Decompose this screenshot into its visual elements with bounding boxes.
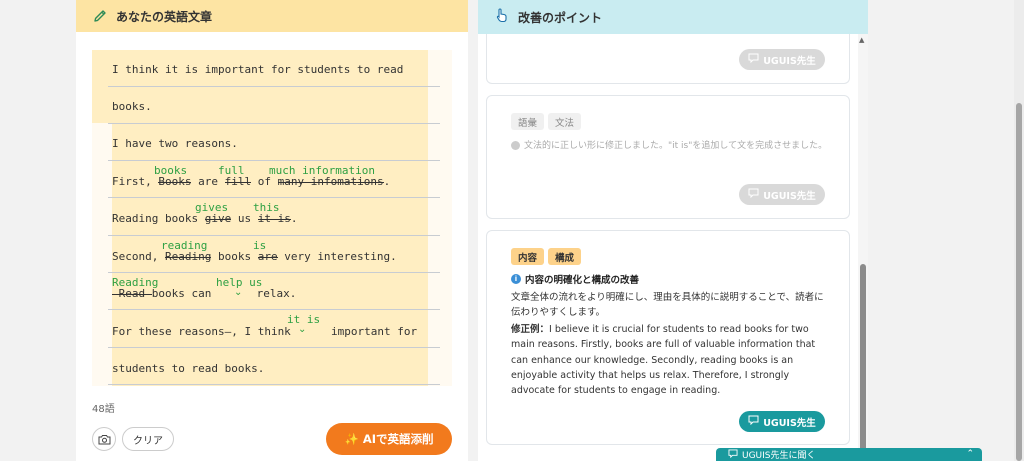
tag-content: 内容 <box>511 248 545 265</box>
clear-button[interactable]: クリア <box>122 427 174 451</box>
camera-icon <box>98 434 110 444</box>
feedback-scroll-thumb[interactable] <box>860 264 866 461</box>
scroll-up-icon[interactable]: ▲ <box>859 36 864 44</box>
essay-panel: あなたの英語文章 I think it is important for stu… <box>76 0 468 461</box>
feedback-body: 文章全体の流れをより明確にし、理由を具体的に説明することで、読者に伝わりやすくし… <box>511 292 824 318</box>
correction-text: Reading <box>112 276 159 289</box>
tag-group: 語彙 文法 <box>511 113 585 130</box>
feedback-card: UGUIS先生 <box>486 34 850 84</box>
sparkle-icon: ✨ <box>344 432 359 446</box>
camera-button[interactable] <box>92 427 116 451</box>
insert-caret-icon: ⌄ <box>234 287 243 298</box>
feedback-panel-title: 改善のポイント <box>518 10 603 25</box>
pointing-hand-icon <box>494 7 510 27</box>
essay-editor[interactable]: I think it is important for students to … <box>92 50 452 386</box>
tag-vocabulary: 語彙 <box>511 113 545 130</box>
correction-text: full <box>218 164 245 177</box>
correction-text: reading <box>161 239 208 252</box>
uguis-button[interactable]: UGUIS先生 <box>739 184 825 205</box>
correction-text: much information <box>269 164 375 177</box>
ai-correct-button[interactable]: ✨ AIで英語添削 <box>326 423 452 455</box>
chat-icon <box>748 188 759 201</box>
uguis-button[interactable]: UGUIS先生 <box>739 411 825 432</box>
uguis-button[interactable]: UGUIS先生 <box>739 49 825 70</box>
essay-line-2: books. <box>112 100 152 113</box>
feedback-panel-header: 改善のポイント <box>478 0 868 34</box>
essay-line-9: students to read books. <box>112 362 265 375</box>
feedback-card: 語彙 文法 文法的に正しい形に修正しました。"it is"を追加して文を完成させ… <box>486 95 850 219</box>
chat-icon <box>748 53 759 66</box>
chat-icon <box>748 415 759 428</box>
essay-line-3: I have two reasons. <box>112 137 238 150</box>
page-scroll-thumb[interactable] <box>1016 103 1022 461</box>
feedback-heading: 内容の明確化と構成の改善 <box>525 275 640 286</box>
correction-text: gives <box>195 201 229 214</box>
chat-icon <box>728 448 738 461</box>
essay-panel-title: あなたの英語文章 <box>116 9 213 24</box>
essay-line-1: I think it is important for students to … <box>112 63 404 76</box>
revision-example: 修正例：I believe it is crucial for students… <box>511 324 816 397</box>
ask-uguis-bar[interactable]: UGUIS先生に聞く ⌃ <box>716 448 982 461</box>
correction-text: this <box>253 201 280 214</box>
essay-panel-header: あなたの英語文章 <box>76 0 468 32</box>
page-scrollbar[interactable] <box>1014 0 1024 461</box>
feedback-panel: 改善のポイント UGUIS先生 語彙 文法 文法的に正しい形に修正しました。"i… <box>478 0 868 461</box>
tag-structure: 構成 <box>548 248 582 265</box>
pencil-icon <box>92 8 108 24</box>
feedback-text: 文法的に正しい形に修正しました。"it is"を追加して文を完成させました。 <box>524 141 828 151</box>
essay-line-8: For these reasons–, I think important fo… <box>112 325 418 338</box>
info-icon <box>511 141 520 150</box>
chevron-up-icon: ⌃ <box>966 449 974 459</box>
info-icon: i <box>511 274 521 284</box>
tag-grammar: 文法 <box>548 113 582 130</box>
tag-group: 内容 構成 <box>511 248 585 265</box>
insert-caret-icon: ⌄ <box>298 324 307 335</box>
correction-text: is <box>253 239 267 252</box>
feedback-scrollbar[interactable]: ▲ <box>858 34 868 461</box>
correction-text: books <box>154 164 188 177</box>
feedback-card: 内容 構成 i 内容の明確化と構成の改善 文章全体の流れをより明確にし、理由を具… <box>486 230 850 445</box>
word-count: 48語 <box>92 404 115 415</box>
